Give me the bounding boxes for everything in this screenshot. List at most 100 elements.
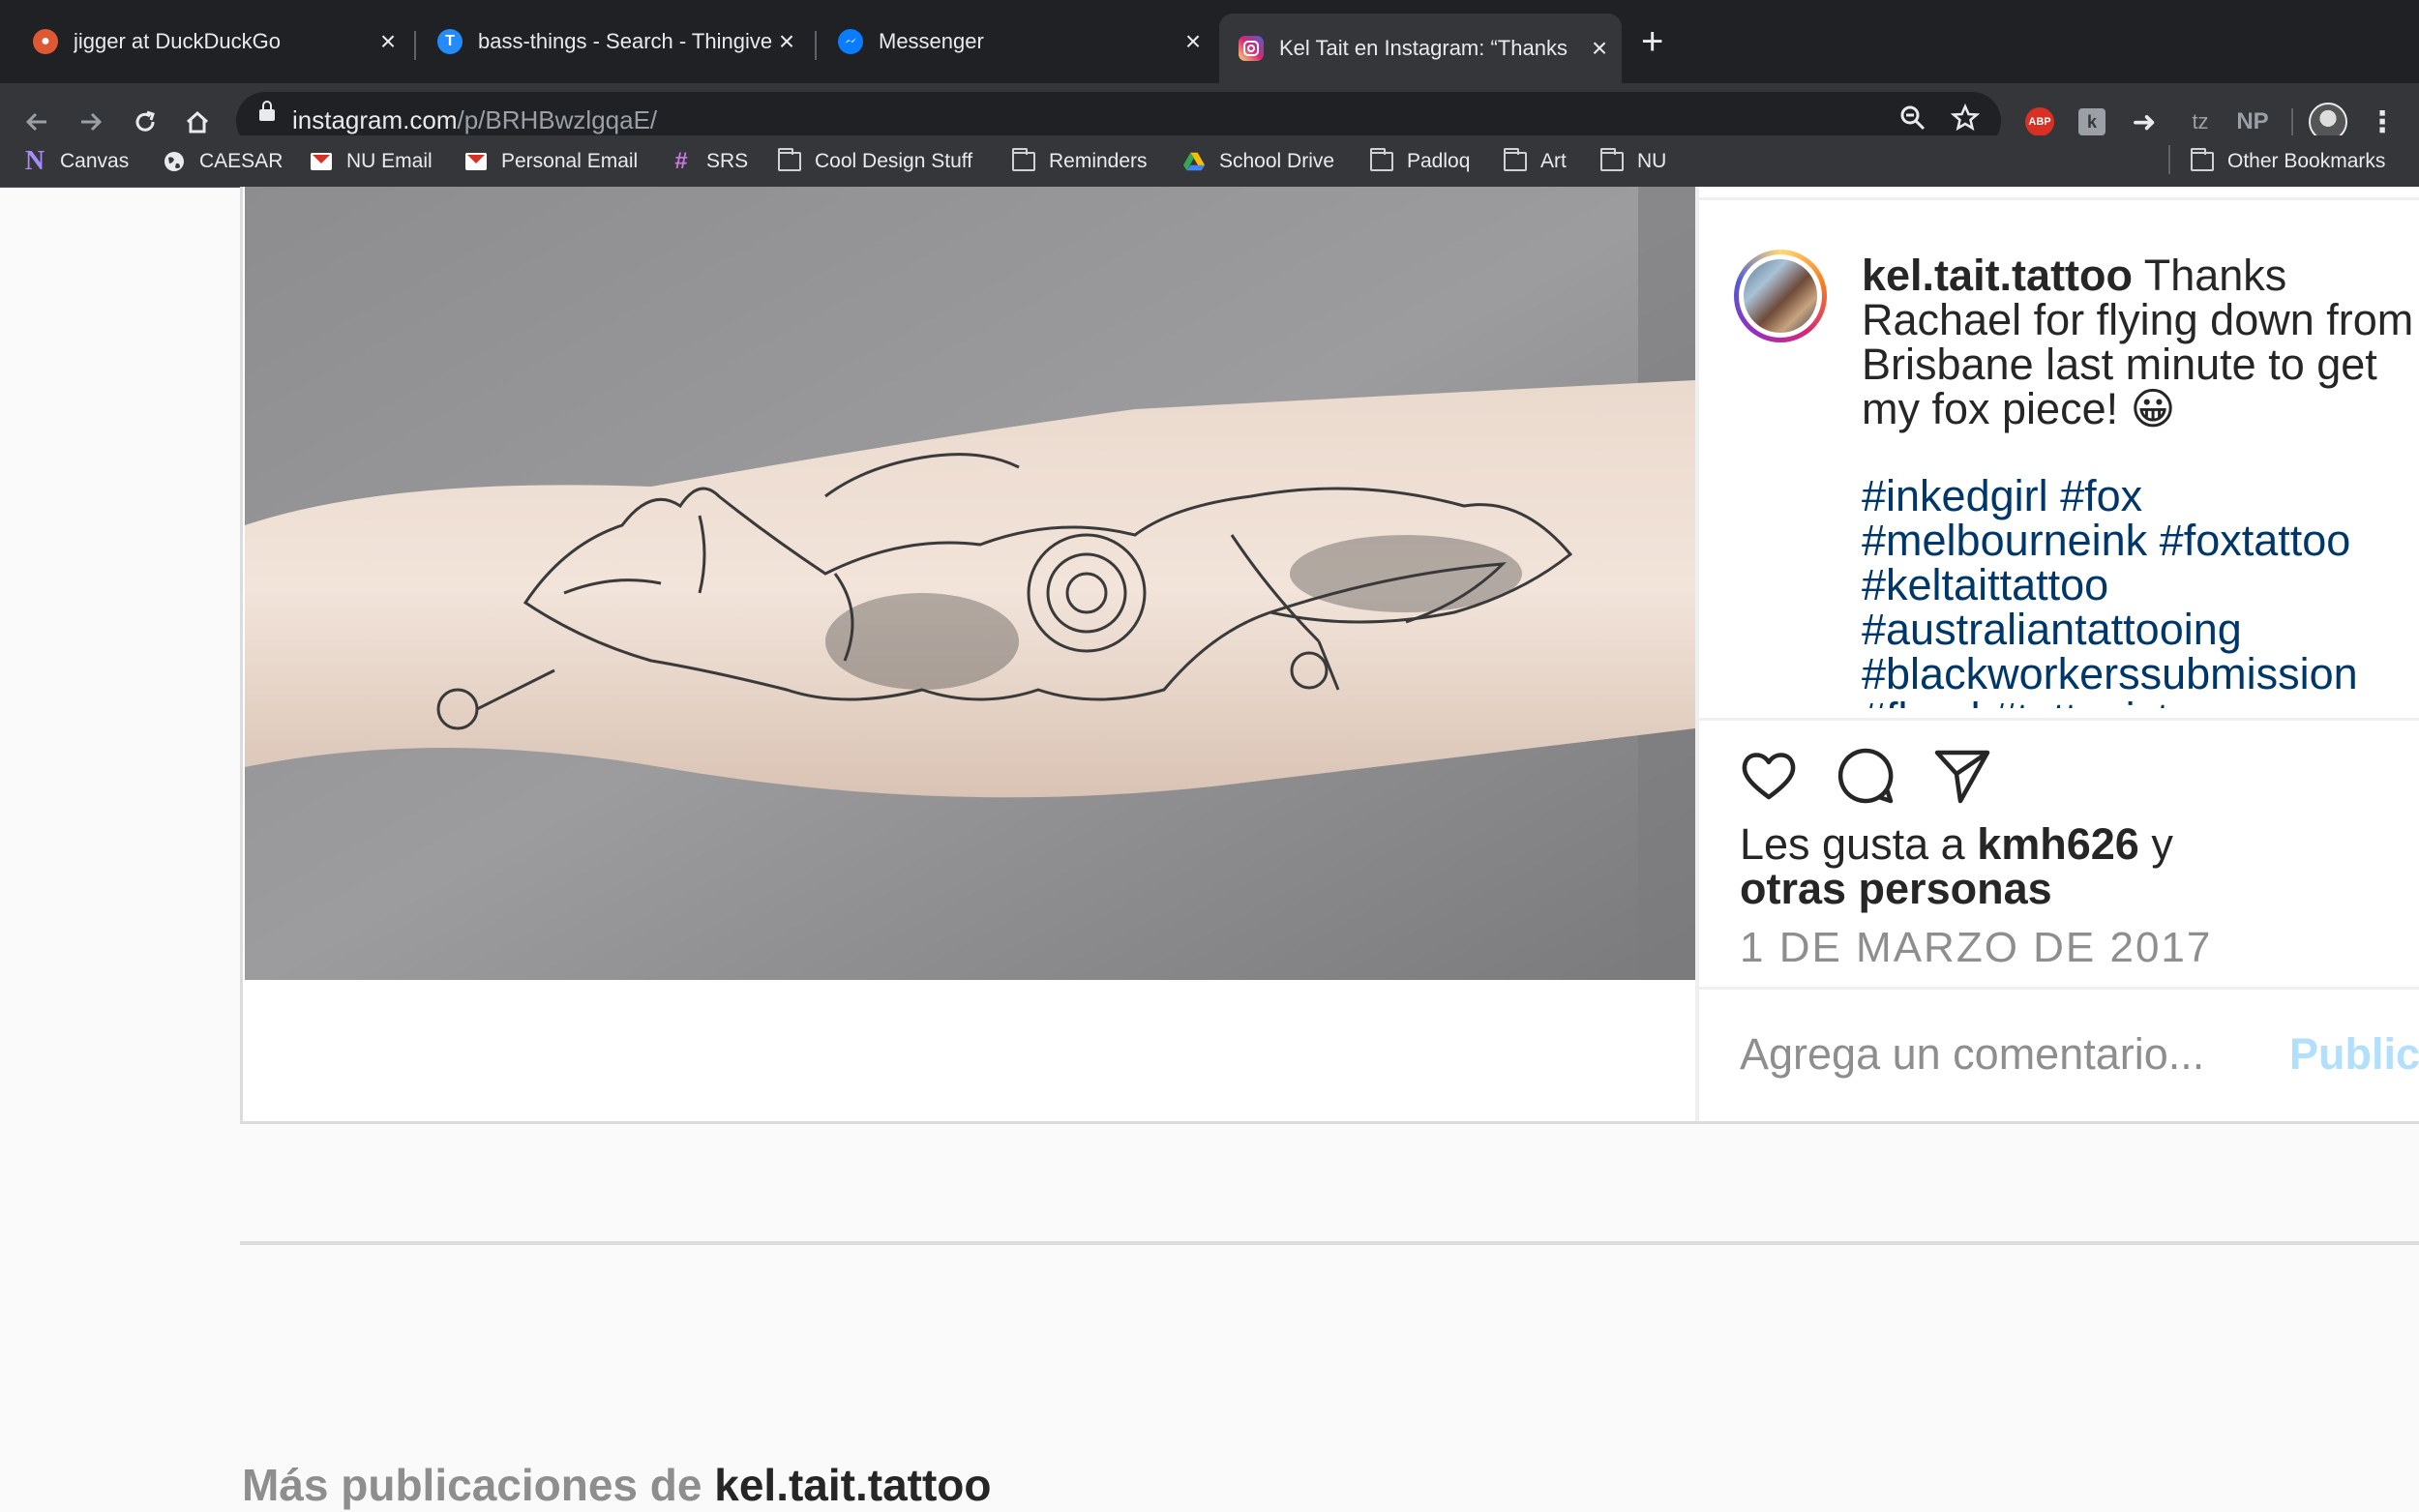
duckduckgo-icon: ● xyxy=(33,29,58,54)
url-text[interactable]: instagram.com/p/BRHBwzlgqaE/ xyxy=(292,105,657,135)
bookmark-label: Canvas xyxy=(60,150,130,172)
bookmark-cool-design-stuff[interactable]: Cool Design Stuff xyxy=(778,145,972,178)
tab-messenger[interactable]: Messenger × xyxy=(805,14,1215,70)
section-divider xyxy=(240,1241,2419,1245)
bookmark-canvas[interactable]: N Canvas xyxy=(23,145,129,178)
back-arrow-icon xyxy=(25,112,46,132)
other-bookmarks[interactable]: Other Bookmarks xyxy=(2191,145,2385,178)
bookmark-school-drive[interactable]: School Drive xyxy=(1182,145,1334,178)
tab-title: jigger at DuckDuckGo xyxy=(74,29,281,53)
hashtag-link[interactable]: #australiantattooing xyxy=(1862,608,2419,652)
slack-icon: # xyxy=(674,148,688,174)
bookmark-nu-email[interactable]: NU Email xyxy=(310,145,433,178)
bookmark-srs[interactable]: # SRS xyxy=(670,145,748,178)
reload-icon xyxy=(135,110,155,132)
hashtag-link[interactable]: #keltaittattoo xyxy=(1862,563,2419,608)
comment-icon[interactable] xyxy=(1835,745,1896,807)
bookmark-star-icon[interactable] xyxy=(1950,103,1981,139)
liker-username[interactable]: kmh626 xyxy=(1977,819,2139,869)
bookmark-personal-email[interactable]: Personal Email xyxy=(464,145,638,178)
gmail-icon xyxy=(464,151,488,172)
comment-divider xyxy=(1699,987,2419,990)
instagram-icon xyxy=(1239,36,1264,61)
bookmark-label: NU Email xyxy=(346,150,433,172)
tab-strip: ● jigger at DuckDuckGo × T bass-things -… xyxy=(0,0,2419,83)
kebab-menu-icon: ⋮ xyxy=(2368,105,2397,138)
bookmark-art[interactable]: Art xyxy=(1504,145,1567,178)
share-icon[interactable] xyxy=(1931,745,1993,807)
bookmark-label: Other Bookmarks xyxy=(2227,150,2386,172)
caption-text: my fox piece! 😀 xyxy=(1862,384,2176,433)
panel-top-divider xyxy=(1699,197,2419,200)
panel-divider xyxy=(1695,187,1699,1121)
tab-instagram[interactable]: Kel Tait en Instagram: “Thanks × xyxy=(1219,14,1622,83)
bookmark-nu[interactable]: NU xyxy=(1600,145,1666,178)
caption-text: Thanks xyxy=(2143,253,2287,300)
home-icon xyxy=(186,110,209,133)
thingiverse-icon: T xyxy=(437,29,463,54)
likes-summary: Les gusta a kmh626 y otras personas xyxy=(1740,822,2173,911)
folder-icon xyxy=(1504,148,1527,172)
k-extension-icon: k xyxy=(2078,108,2105,135)
drive-icon xyxy=(1182,151,1206,172)
like-heart-icon[interactable] xyxy=(1738,745,1800,807)
folder-icon xyxy=(1370,148,1393,172)
canvas-icon: N xyxy=(24,146,45,176)
close-tab-icon[interactable]: × xyxy=(1179,26,1208,57)
bookmark-label: SRS xyxy=(706,150,749,172)
arrow-icon: ➜ xyxy=(2132,105,2157,138)
actions-divider xyxy=(1699,718,2419,721)
forward-arrow-icon xyxy=(81,112,103,132)
messenger-icon xyxy=(838,29,863,54)
more-posts-username[interactable]: kel.tait.tattoo xyxy=(714,1460,991,1510)
bookmark-label: School Drive xyxy=(1219,150,1335,172)
zoom-icon[interactable] xyxy=(1898,104,1927,139)
folder-icon xyxy=(2191,148,2214,172)
folder-icon xyxy=(1012,148,1035,172)
bookmark-label: Art xyxy=(1540,150,1567,172)
author-username[interactable]: kel.tait.tattoo xyxy=(1862,253,2133,300)
more-posts-heading: Más publicaciones de kel.tait.tattoo xyxy=(242,1459,992,1511)
bookmark-label: Personal Email xyxy=(501,150,639,172)
likes-prefix: Les gusta a xyxy=(1740,819,1965,869)
bookmarks-bar: N Canvas CAESAR NU Email Personal Email … xyxy=(0,135,2419,188)
bookmark-caesar[interactable]: CAESAR xyxy=(163,145,283,178)
close-tab-icon[interactable]: × xyxy=(1585,33,1614,64)
bookmark-padloq[interactable]: Padloq xyxy=(1370,145,1470,178)
np-icon: NP xyxy=(2236,108,2269,134)
bookmark-label: Padloq xyxy=(1407,150,1471,172)
caption-text: Brisbane last minute to get xyxy=(1862,340,2377,389)
toolbar-separator xyxy=(2291,108,2293,137)
tab-title: Kel Tait en Instagram: “Thanks xyxy=(1279,36,1568,60)
likes-others-link[interactable]: otras personas xyxy=(1740,864,2052,913)
gmail-icon xyxy=(310,151,333,172)
author-avatar[interactable] xyxy=(1734,250,1827,342)
bookmarks-separator xyxy=(2168,145,2170,174)
bookmark-label: Reminders xyxy=(1049,150,1148,172)
close-tab-icon[interactable]: × xyxy=(373,26,403,57)
folder-icon xyxy=(778,148,801,172)
new-tab-button[interactable]: + xyxy=(1641,19,1663,64)
tab-duckduckgo[interactable]: ● jigger at DuckDuckGo × xyxy=(0,14,410,70)
post-date[interactable]: 1 DE MARZO DE 2017 xyxy=(1740,924,2212,972)
bookmark-label: NU xyxy=(1637,150,1667,172)
bookmark-label: Cool Design Stuff xyxy=(815,150,973,172)
bookmark-reminders[interactable]: Reminders xyxy=(1012,145,1148,178)
bookmark-label: CAESAR xyxy=(199,150,284,172)
hashtag-link[interactable]: #inkedgirl #fox xyxy=(1862,474,2419,519)
globe-icon xyxy=(163,151,186,172)
post-photo[interactable] xyxy=(245,187,1695,980)
hashtag-link[interactable]: #blackworkerssubmission xyxy=(1862,652,2419,697)
tab-title: Messenger xyxy=(879,29,984,53)
close-tab-icon[interactable]: × xyxy=(772,26,801,57)
tz-icon: tz xyxy=(2192,109,2209,133)
comment-input[interactable]: Agrega un comentario... xyxy=(1740,1029,2204,1080)
post-caption: kel.tait.tattoo Thanks Rachael for flyin… xyxy=(1862,253,2419,708)
publish-comment-button[interactable]: Publicar xyxy=(2289,1029,2419,1080)
more-posts-prefix: Más publicaciones de xyxy=(242,1460,702,1510)
hashtag-link[interactable]: #melbourneink #foxtattoo xyxy=(1862,519,2419,563)
folder-icon xyxy=(1600,148,1624,172)
tab-thingiverse[interactable]: T bass-things - Search - Thingiverse × xyxy=(404,14,809,70)
likes-and: y xyxy=(2151,819,2173,869)
caption-text: Rachael for flying down from xyxy=(1862,295,2414,344)
